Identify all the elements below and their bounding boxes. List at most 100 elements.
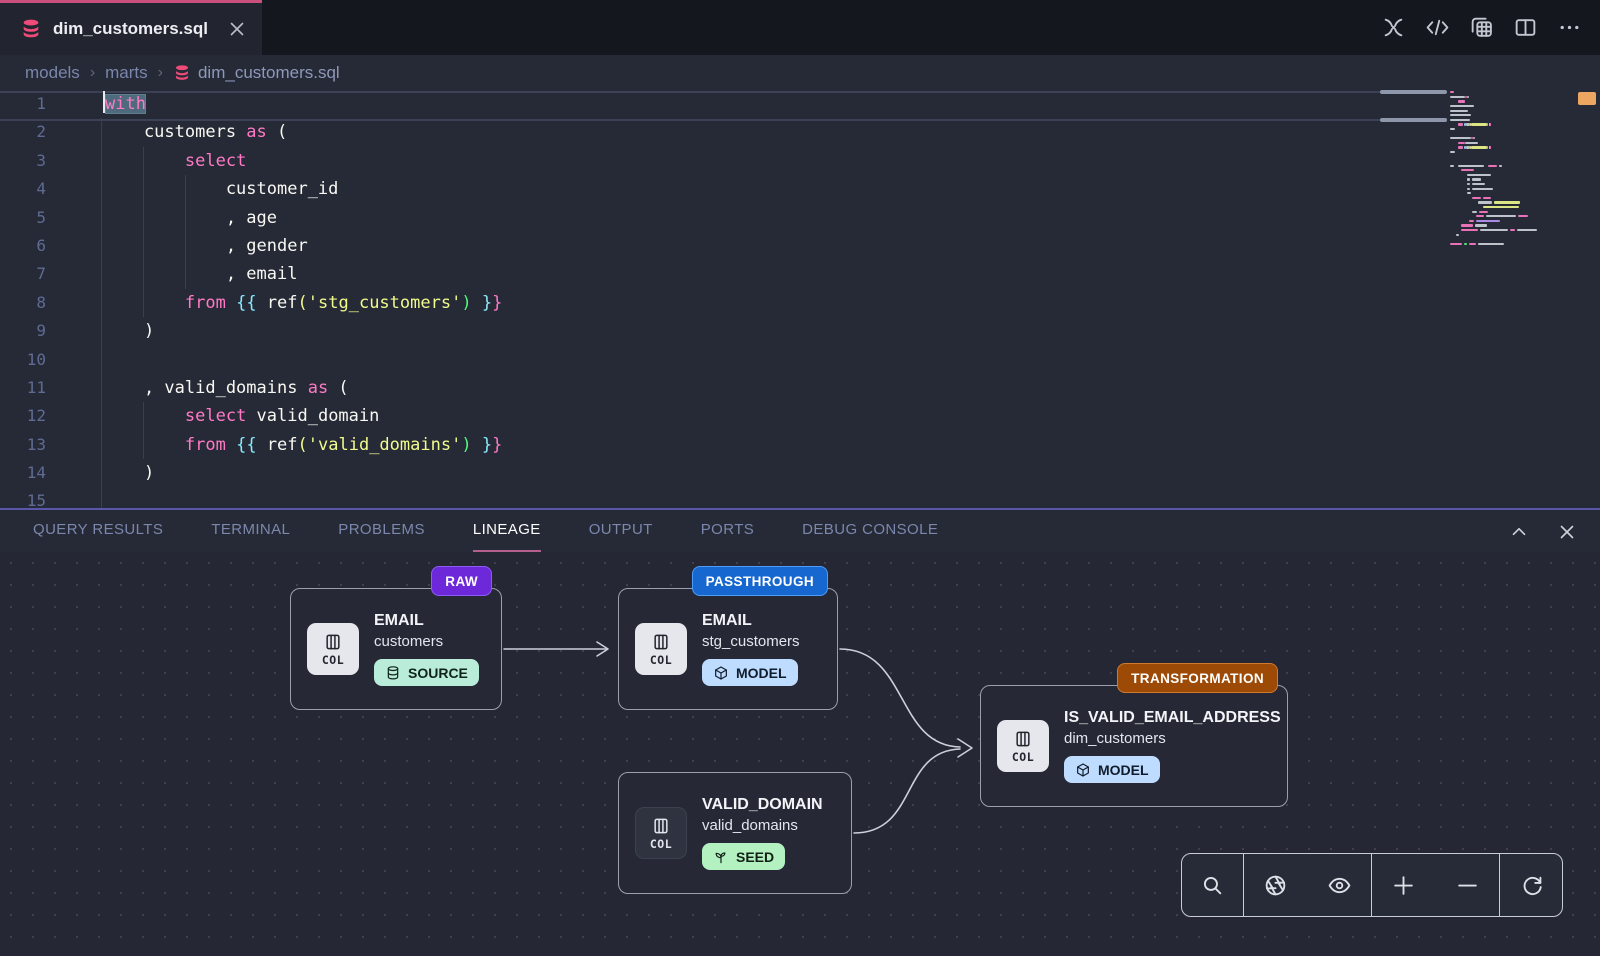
lineage-canvas[interactable]: RAWCOLEMAILcustomersSOURCE PASSTHROUGHCOL… — [0, 552, 1600, 956]
close-icon[interactable] — [1556, 521, 1578, 543]
minimap-segment — [1450, 110, 1468, 112]
aperture-icon — [1263, 873, 1288, 898]
breadcrumb-item-marts[interactable]: marts — [105, 63, 148, 83]
type-badge-model[interactable]: MODEL — [702, 659, 798, 686]
eye-button[interactable] — [1308, 854, 1372, 916]
code-line-2: customers as ( — [103, 118, 502, 146]
code-token — [103, 151, 185, 171]
code-line-3: select — [103, 147, 502, 175]
column-icon-box[interactable]: COL — [307, 623, 359, 675]
refresh-button[interactable] — [1500, 854, 1563, 916]
code-token: , age — [103, 208, 277, 228]
column-icon-box[interactable]: COL — [635, 623, 687, 675]
minimap-row — [1450, 242, 1550, 247]
code-token: as — [246, 122, 266, 142]
lineage-node-dim_customers[interactable]: TRANSFORMATIONCOLIS_VALID_EMAIL_ADDRESSd… — [980, 685, 1288, 807]
minimap-gap — [1450, 188, 1467, 190]
breadcrumb-item-models[interactable]: models — [25, 63, 80, 83]
code-token: with — [105, 94, 146, 114]
minimap-gap — [1450, 192, 1467, 194]
panel-tab-output[interactable]: OUTPUT — [589, 510, 653, 552]
minimap-segment — [1499, 165, 1502, 167]
database-icon — [173, 64, 191, 82]
minimap-segment — [1458, 100, 1464, 102]
breadcrumb-label: models — [25, 63, 80, 83]
panel-tab-terminal[interactable]: TERMINAL — [211, 510, 290, 552]
code-editor[interactable]: 123456789101112131415 with customers as … — [0, 90, 1600, 508]
code-token — [472, 435, 482, 455]
column-box-label: COL — [1012, 750, 1034, 764]
minimap-segment — [1475, 224, 1487, 226]
minimap-segment — [1450, 91, 1454, 93]
type-badge-model[interactable]: MODEL — [1064, 756, 1160, 783]
line-number: 8 — [0, 289, 70, 317]
panel-tab-ports[interactable]: PORTS — [701, 510, 754, 552]
code-token: , gender — [103, 236, 308, 256]
more-dots-icon[interactable] — [1557, 15, 1582, 40]
node-subtitle: dim_customers — [1064, 730, 1281, 747]
panel-tab-problems[interactable]: PROBLEMS — [338, 510, 425, 552]
node-body: COLIS_VALID_EMAIL_ADDRESSdim_customersMO… — [981, 686, 1287, 806]
minimap-segment — [1469, 243, 1476, 245]
code-line-15 — [103, 487, 502, 508]
close-tab-icon[interactable] — [226, 18, 248, 40]
minimap-segment — [1461, 169, 1474, 171]
code-token: ref — [257, 435, 298, 455]
minimap-segment — [1483, 206, 1519, 208]
code-content[interactable]: with customers as ( select customer_id ,… — [103, 90, 502, 508]
columns-icon — [651, 632, 671, 652]
column-box-label: COL — [650, 653, 672, 667]
panel-tab-lineage[interactable]: LINEAGE — [473, 510, 541, 552]
copy-table-icon[interactable] — [1469, 15, 1494, 40]
minimap-gap — [1450, 169, 1461, 171]
code-token — [103, 293, 185, 313]
minimap-segment — [1473, 137, 1475, 139]
minimap-segment — [1472, 183, 1485, 185]
code-token: } — [482, 435, 492, 455]
minimap-segment — [1472, 197, 1481, 199]
breadcrumb-label: dim_customers.sql — [198, 63, 340, 83]
column-box-label: COL — [322, 653, 344, 667]
column-icon-box[interactable]: COL — [635, 807, 687, 859]
line-number: 11 — [0, 374, 70, 402]
panel-tab-query-results[interactable]: QUERY RESULTS — [33, 510, 163, 552]
code-tags-icon[interactable] — [1425, 15, 1450, 40]
zoom-in-button[interactable] — [1372, 854, 1436, 916]
zoom-out-button[interactable] — [1436, 854, 1500, 916]
type-badge-source[interactable]: SOURCE — [374, 659, 479, 686]
lineage-node-valid_domains[interactable]: COLVALID_DOMAINvalid_domainsSEED — [618, 772, 852, 894]
code-token: select — [185, 151, 246, 171]
line-number: 6 — [0, 232, 70, 260]
minimap-segment — [1471, 123, 1487, 125]
line-number: 13 — [0, 431, 70, 459]
type-badge-seed[interactable]: SEED — [702, 843, 785, 870]
tab-dim-customers-sql[interactable]: dim_customers.sql — [0, 0, 262, 55]
code-token: from — [185, 435, 226, 455]
column-icon-box[interactable]: COL — [997, 720, 1049, 772]
panel-tabs: QUERY RESULTS TERMINAL PROBLEMS LINEAGE OUTP… — [9, 510, 962, 552]
code-token: from — [185, 293, 226, 313]
dbt-mark-icon[interactable] — [1381, 15, 1406, 40]
eye-icon — [1327, 873, 1352, 898]
minimap[interactable] — [1450, 90, 1550, 246]
lineage-node-stg_customers[interactable]: PASSTHROUGHCOLEMAILstg_customersMODEL — [618, 588, 838, 710]
breadcrumb-item-dim_customers-sql[interactable]: dim_customers.sql — [173, 63, 340, 83]
code-token: , valid_domains — [103, 378, 308, 398]
bottom-panel-tab-bar: QUERY RESULTS TERMINAL PROBLEMS LINEAGE OUTP… — [0, 508, 1600, 552]
minimap-gap — [1450, 201, 1478, 203]
minimap-gap — [1450, 211, 1472, 213]
refresh-icon — [1520, 873, 1545, 898]
minimap-segment — [1461, 229, 1478, 231]
lineage-node-customers[interactable]: RAWCOLEMAILcustomersSOURCE — [290, 588, 502, 710]
chevron-up-icon[interactable] — [1508, 521, 1530, 543]
editor-actions — [1381, 0, 1582, 55]
node-subtitle: valid_domains — [702, 817, 823, 834]
panel-tab-debug-console[interactable]: DEBUG CONSOLE — [802, 510, 938, 552]
search-button[interactable] — [1182, 854, 1243, 916]
database-line-icon — [385, 665, 401, 681]
aperture-button[interactable] — [1244, 854, 1308, 916]
code-token: ( — [298, 293, 308, 313]
split-editor-icon[interactable] — [1513, 15, 1538, 40]
breadcrumb-label: marts — [105, 63, 148, 83]
code-token: select — [185, 406, 246, 426]
